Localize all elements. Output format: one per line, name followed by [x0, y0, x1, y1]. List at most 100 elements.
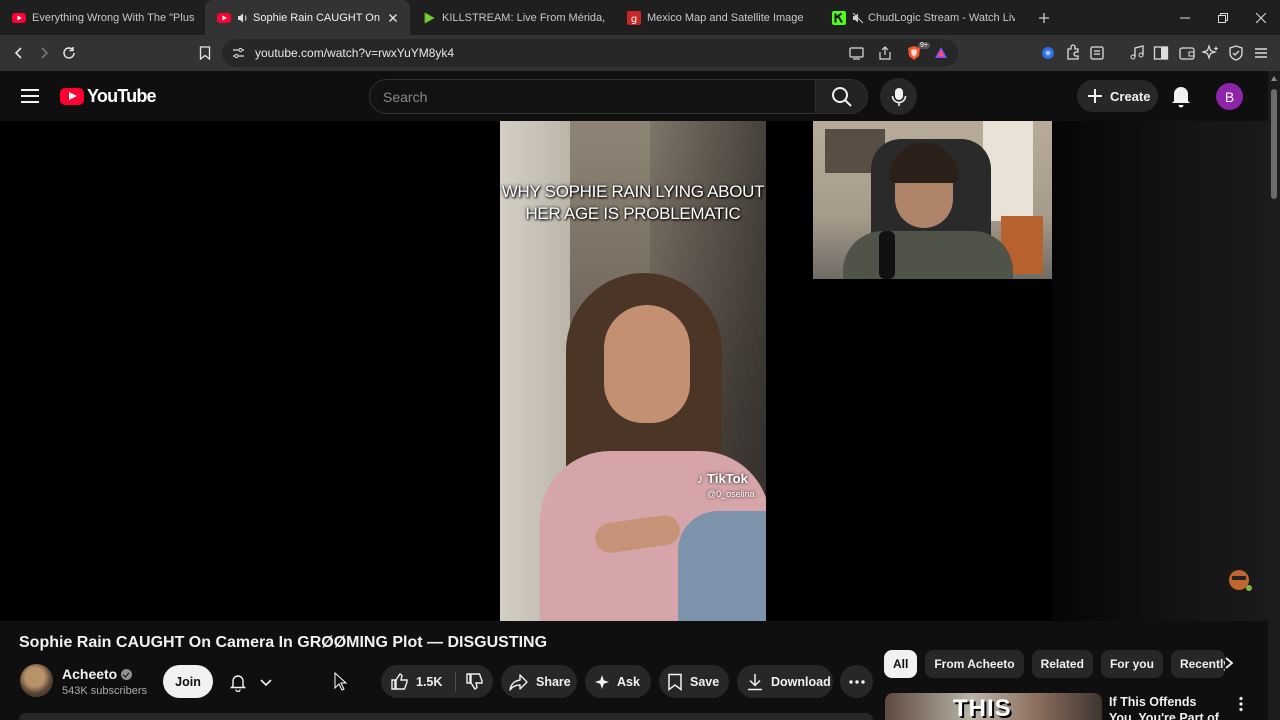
youtube-wordmark: YouTube [87, 85, 157, 106]
description-box-top[interactable] [19, 713, 873, 720]
thumbs-up-icon [391, 672, 408, 690]
youtube-logo[interactable]: YouTube [60, 85, 157, 107]
download-label: Download [771, 674, 831, 689]
chip-all[interactable]: All [884, 650, 918, 678]
scroll-up-arrow-icon[interactable] [1271, 76, 1277, 81]
chips-next-button[interactable] [1218, 652, 1240, 674]
save-label: Save [690, 674, 720, 689]
create-button[interactable]: Create [1077, 80, 1158, 112]
share-button[interactable]: Share [501, 665, 577, 698]
recommended-video-title[interactable]: If This Offends You, You're Part of the [1109, 694, 1219, 720]
search-button[interactable] [816, 79, 868, 114]
svg-text:g: g [631, 14, 637, 25]
back-button[interactable] [6, 40, 31, 65]
recommended-video-thumbnail[interactable]: THIS [885, 693, 1102, 720]
search-icon [831, 86, 852, 107]
chip-recently-uploaded[interactable]: Recently uploaded [1170, 650, 1225, 678]
ask-label: Ask [617, 674, 640, 689]
ask-button[interactable]: Ask [585, 665, 651, 698]
tab-title: ChudLogic Stream - Watch Live on Kick [868, 11, 1015, 24]
more-horizontal-icon [848, 679, 865, 684]
jeans [678, 511, 766, 621]
extension-blue-icon[interactable] [1038, 43, 1058, 63]
youtube-icon [12, 11, 26, 25]
player-background-gradient [1052, 121, 1268, 621]
save-button[interactable]: Save [659, 665, 729, 698]
floating-emoji-icon[interactable] [1227, 567, 1253, 593]
new-tab-button[interactable] [1031, 5, 1057, 31]
chip-for-you[interactable]: For you [1100, 650, 1163, 678]
notifications-bell-icon[interactable] [1168, 83, 1194, 109]
thumbs-down-icon[interactable] [465, 672, 484, 691]
video-player[interactable]: WHY SOPHIE RAIN LYING ABOUT HER AGE IS P… [0, 121, 1268, 621]
join-button[interactable]: Join [163, 665, 213, 698]
search-input[interactable] [370, 80, 815, 113]
sidebar-toggle-icon[interactable] [1151, 43, 1171, 63]
bell-icon [229, 674, 247, 692]
brave-rewards-icon[interactable] [934, 46, 948, 59]
reload-button[interactable] [56, 40, 81, 65]
download-icon [748, 673, 762, 690]
like-count: 1.5K [416, 674, 443, 689]
share-page-icon[interactable] [877, 46, 892, 60]
muted-speaker-icon[interactable] [852, 12, 864, 24]
recommendation-chips: All From Acheeto Related For you Recentl… [884, 650, 1233, 678]
chip-from-channel[interactable]: From Acheeto [925, 650, 1024, 678]
share-arrow-icon [509, 673, 528, 691]
music-icon[interactable] [1127, 43, 1147, 63]
more-actions-button[interactable] [840, 665, 873, 698]
close-window-button[interactable] [1242, 0, 1280, 35]
minimize-button[interactable] [1166, 0, 1204, 35]
channel-name-row[interactable]: Acheeto [62, 666, 133, 682]
browser-tab-1[interactable]: Everything Wrong With The "Plus Size" [0, 0, 205, 35]
like-dislike-group: 1.5K [381, 665, 493, 698]
hamburger-menu-icon[interactable] [18, 84, 42, 108]
chevron-right-icon [1225, 657, 1234, 669]
page-scrollbar[interactable] [1268, 71, 1280, 720]
forward-arrow-icon [40, 46, 48, 59]
browser-tab-5[interactable]: ChudLogic Stream - Watch Live on Kick [820, 0, 1025, 35]
chip-related[interactable]: Related [1031, 650, 1093, 678]
channel-avatar[interactable] [20, 664, 53, 697]
forward-button[interactable] [31, 40, 56, 65]
browser-tab-strip: Everything Wrong With The "Plus Size" So… [0, 0, 1280, 35]
video-title: Sophie Rain CAUGHT On Camera In GRØØMING… [19, 634, 548, 651]
browser-tab-2-active[interactable]: Sophie Rain CAUGHT On Camera [205, 0, 410, 35]
tiktok-logo-text: TikTok [707, 471, 748, 486]
geology-icon: g [627, 10, 641, 25]
chevron-down-icon [260, 678, 272, 686]
download-button[interactable]: Download [737, 665, 833, 698]
subscription-bell-button[interactable] [225, 665, 281, 698]
wallet-icon[interactable] [1177, 43, 1197, 63]
account-avatar[interactable]: B [1216, 83, 1243, 110]
address-bar[interactable]: youtube.com/watch?v=rwxYuYM8yk4 9+ [222, 39, 958, 67]
close-tab-icon[interactable] [386, 11, 400, 25]
restore-button[interactable] [1204, 0, 1242, 35]
like-button[interactable]: 1.5K [381, 672, 442, 691]
youtube-icon [217, 11, 231, 25]
channel-name[interactable]: Acheeto [62, 666, 117, 682]
desk-microphone [879, 231, 895, 279]
bookmark-button[interactable] [192, 40, 217, 65]
site-settings-icon[interactable] [232, 47, 245, 59]
vpn-shield-icon[interactable] [1226, 43, 1246, 63]
share-label: Share [536, 674, 571, 689]
leo-ai-icon[interactable] [1201, 43, 1221, 63]
more-vertical-icon[interactable] [1233, 696, 1249, 712]
reload-icon [62, 46, 75, 59]
scrollbar-thumb[interactable] [1271, 89, 1277, 199]
back-arrow-icon [14, 46, 22, 59]
browser-menu-icon[interactable] [1251, 43, 1271, 63]
reader-mode-icon[interactable] [1087, 43, 1107, 63]
speaker-icon[interactable] [237, 12, 249, 24]
browser-tab-4[interactable]: g Mexico Map and Satellite Image [615, 0, 820, 35]
mouse-cursor-icon [334, 672, 348, 691]
cast-icon[interactable] [849, 46, 864, 60]
rumble-icon [422, 11, 436, 25]
browser-tab-3[interactable]: KILLSTREAM: Live From Mérida, Mexico [410, 0, 615, 35]
bookmark-save-icon [668, 673, 682, 691]
voice-search-button[interactable] [880, 78, 917, 115]
subscriber-count: 543K subscribers [62, 685, 147, 697]
extensions-puzzle-icon[interactable] [1063, 43, 1083, 63]
tiktok-handle: @0_oselina [707, 489, 755, 499]
